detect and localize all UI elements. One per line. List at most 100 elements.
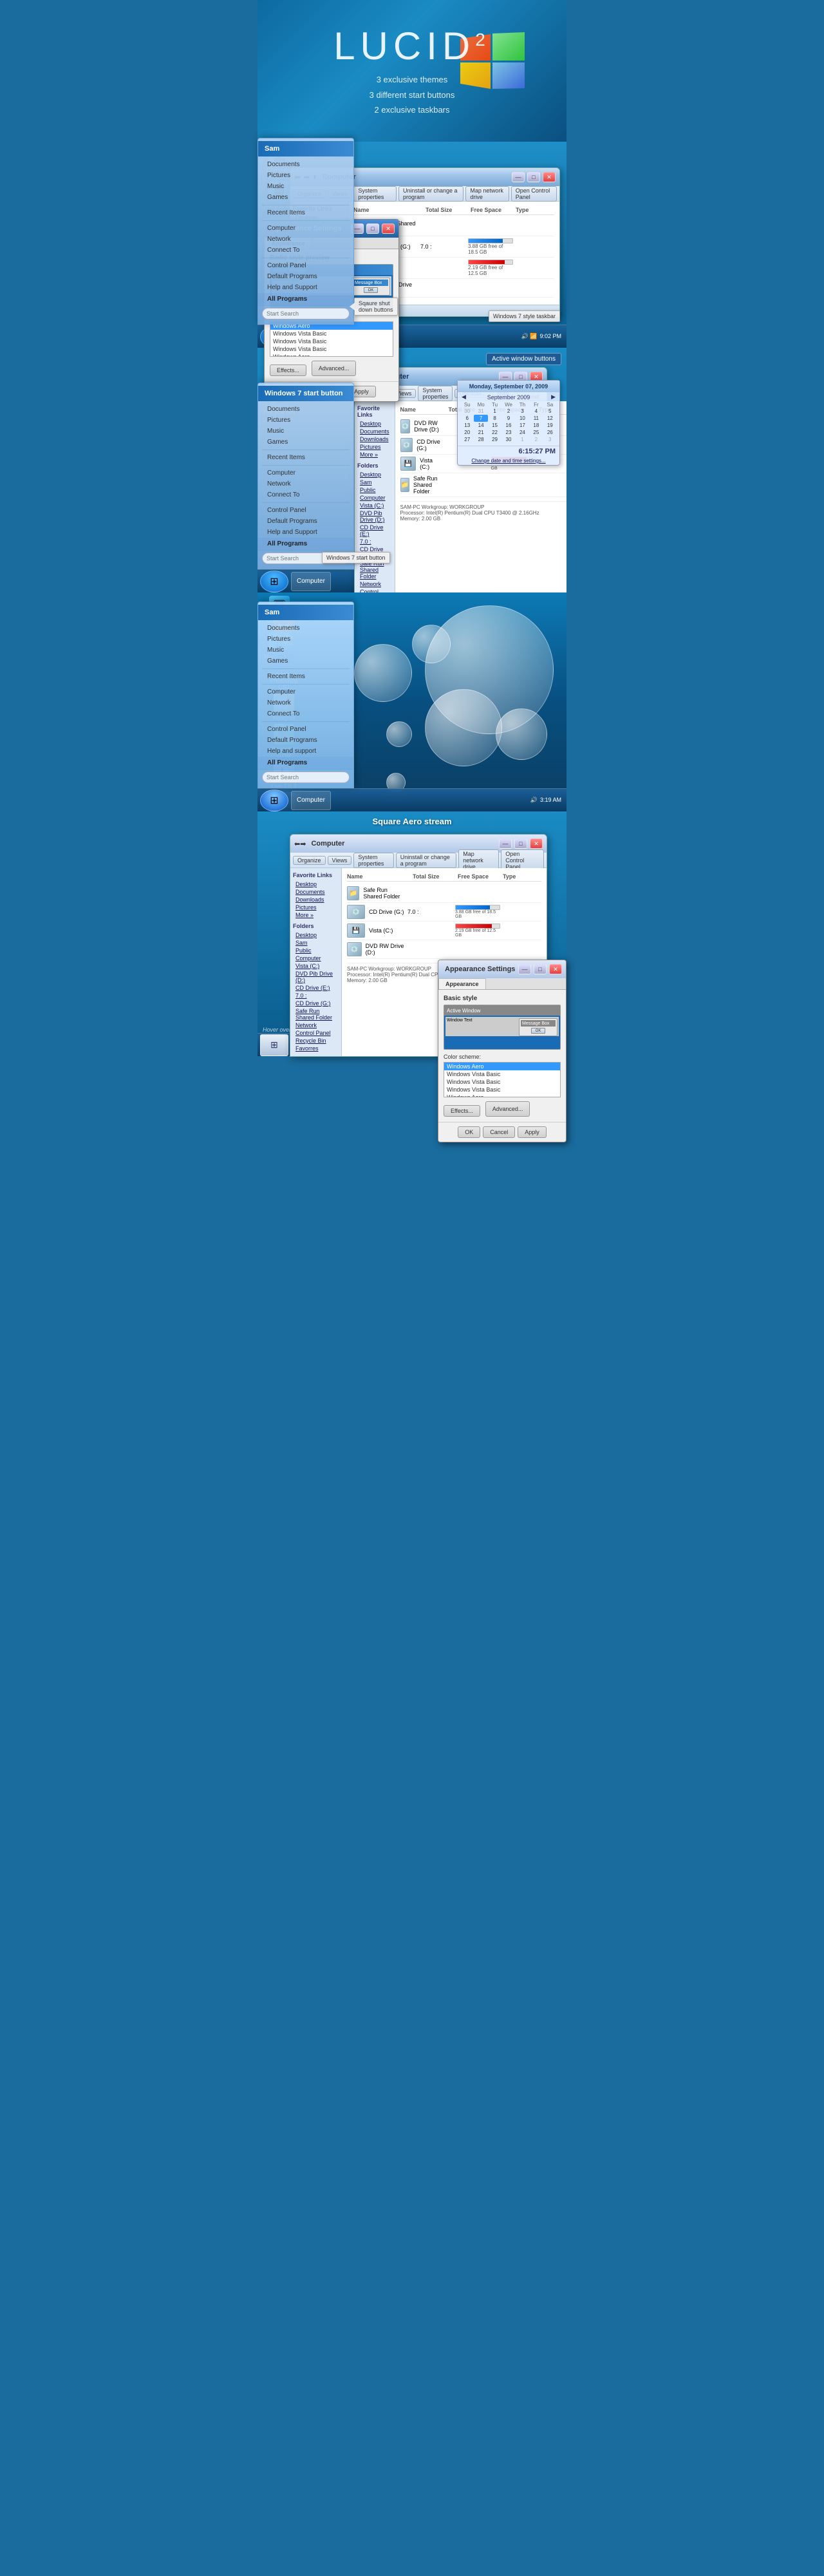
sb2-sam[interactable]: Sam <box>357 478 392 486</box>
close-btn-4[interactable]: ✕ <box>530 838 543 849</box>
system-properties-btn[interactable]: System properties <box>353 186 397 202</box>
start-button-3[interactable]: ⊞ <box>260 790 288 811</box>
sb2-public[interactable]: Public <box>357 486 392 494</box>
calendar-day[interactable]: 3 <box>516 408 529 415</box>
sm2-control[interactable]: Control Panel <box>258 505 353 516</box>
effects-button-4[interactable]: Effects... <box>444 1105 480 1117</box>
start-menu-item-pictures[interactable]: Pictures <box>258 170 353 181</box>
start-menu-item-help[interactable]: Help and Support <box>258 282 353 293</box>
calendar-day[interactable]: 30 <box>501 436 515 443</box>
sb4-favorres[interactable]: Favorres <box>293 1045 339 1052</box>
start-menu-item-default[interactable]: Default Programs <box>258 271 353 282</box>
ok-button-4[interactable]: OK <box>458 1126 480 1138</box>
sb2-cdg[interactable]: CD Drive (G:) <box>357 545 392 560</box>
sb2-computer[interactable]: Computer <box>357 494 392 502</box>
calendar-day[interactable]: 13 <box>460 422 474 429</box>
sb2-desktop-f[interactable]: Desktop <box>357 471 392 478</box>
sm2-default[interactable]: Default Programs <box>258 516 353 527</box>
preview-ok-btn-4[interactable]: OK <box>531 1028 545 1034</box>
sm3-recent[interactable]: Recent Items <box>258 671 353 682</box>
calendar-day[interactable]: 10 <box>516 415 529 422</box>
maximize-btn-4[interactable]: □ <box>514 838 527 849</box>
sm2-connect[interactable]: Connect To <box>258 489 353 500</box>
start-menu-item-music[interactable]: Music <box>258 181 353 192</box>
sb2-network[interactable]: Network <box>357 580 392 588</box>
sb4-shared[interactable]: Safe Run Shared Folder <box>293 1007 339 1021</box>
calendar-day[interactable]: 1 <box>488 408 501 415</box>
scheme4-5[interactable]: Windows Aero <box>444 1094 560 1097</box>
calendar-settings-link[interactable]: Change date and time settings... <box>458 457 559 465</box>
calendar-day[interactable]: 4 <box>529 408 543 415</box>
sm3-help[interactable]: Help and support <box>258 746 353 757</box>
sm2-search-input[interactable] <box>262 553 350 564</box>
apply-button-4[interactable]: Apply <box>518 1126 547 1138</box>
sb4-more[interactable]: More » <box>293 911 339 919</box>
sm2-pictures[interactable]: Pictures <box>258 415 353 426</box>
control-panel-btn[interactable]: Open Control Panel <box>511 186 557 202</box>
calendar-day[interactable]: 22 <box>488 429 501 436</box>
sm3-connect[interactable]: Connect To <box>258 708 353 719</box>
start-button-4[interactable]: ⊞ <box>260 1034 288 1056</box>
sm2-computer[interactable]: Computer <box>258 468 353 478</box>
sm3-default[interactable]: Default Programs <box>258 735 353 746</box>
organize-btn-4[interactable]: Organize <box>293 856 326 865</box>
sb4-public[interactable]: Public <box>293 947 339 954</box>
sb4-recycle[interactable]: Recycle Bin <box>293 1037 339 1045</box>
sb4-documents[interactable]: Documents <box>293 888 339 896</box>
color-scheme-list[interactable]: Windows Aero Windows Vista Basic Windows… <box>270 321 393 357</box>
calendar-day[interactable]: 11 <box>529 415 543 422</box>
start-menu-item-documents[interactable]: Documents <box>258 159 353 170</box>
sb4-downloads[interactable]: Downloads <box>293 896 339 904</box>
sm2-documents[interactable]: Documents <box>258 404 353 415</box>
sb2-downloads[interactable]: Downloads <box>357 435 392 443</box>
sm3-pictures[interactable]: Pictures <box>258 634 353 645</box>
map-drive-btn[interactable]: Map network drive <box>465 186 509 202</box>
sb4-desktop[interactable]: Desktop <box>293 880 339 888</box>
calendar-day[interactable]: 7 <box>474 415 487 422</box>
sm3-search-input[interactable] <box>262 772 350 783</box>
prev-month-btn[interactable]: ◀ <box>462 393 466 401</box>
appearance-close-4[interactable]: ✕ <box>549 964 562 974</box>
calendar-day[interactable]: 1 <box>516 436 529 443</box>
sb2-pictures[interactable]: Pictures <box>357 443 392 451</box>
sb2-controlpanel[interactable]: Control Panel <box>357 588 392 592</box>
appearance-minimize-4[interactable]: — <box>518 964 531 974</box>
calendar-day[interactable]: 2 <box>529 436 543 443</box>
appearance-close[interactable]: ✕ <box>382 223 395 234</box>
sb4-ctrl[interactable]: Control Panel <box>293 1029 339 1037</box>
sm3-music[interactable]: Music <box>258 645 353 656</box>
all-programs-btn[interactable]: All Programs <box>258 293 353 305</box>
start-menu-item-control[interactable]: Control Panel <box>258 260 353 271</box>
sm2-recent[interactable]: Recent Items <box>258 452 353 463</box>
tab-appearance-4[interactable]: Appearance <box>438 978 486 989</box>
sys-props-btn-4[interactable]: System properties <box>353 853 393 868</box>
sb4-sam[interactable]: Sam <box>293 939 339 947</box>
calendar-day[interactable]: 8 <box>488 415 501 422</box>
start-menu-item-computer[interactable]: Computer <box>258 223 353 234</box>
advanced-button-4[interactable]: Advanced... <box>485 1101 530 1117</box>
calendar-day[interactable]: 27 <box>460 436 474 443</box>
sm2-games[interactable]: Games <box>258 437 353 448</box>
calendar-day[interactable]: 12 <box>543 415 557 422</box>
sb4-computer[interactable]: Computer <box>293 954 339 962</box>
sb4-7[interactable]: 7.0 : <box>293 992 339 999</box>
minimize-button[interactable]: — <box>512 172 525 182</box>
next-month-btn[interactable]: ▶ <box>551 393 556 401</box>
sb2-7[interactable]: 7.0 : <box>357 538 392 545</box>
preview-ok-btn[interactable]: OK <box>364 287 378 293</box>
calendar-day[interactable]: 6 <box>460 415 474 422</box>
scheme4-3[interactable]: Windows Vista Basic <box>444 1078 560 1086</box>
calendar-day[interactable]: 29 <box>488 436 501 443</box>
start-menu-item-recent[interactable]: Recent Items <box>258 207 353 218</box>
scheme-windows-aero-2[interactable]: Windows Aero <box>270 353 393 357</box>
scheme-vista-basic-2[interactable]: Windows Vista Basic <box>270 337 393 345</box>
calendar-day[interactable]: 14 <box>474 422 487 429</box>
sm3-network[interactable]: Network <box>258 697 353 708</box>
sb2-documents[interactable]: Documents <box>357 428 392 435</box>
sb4-pictures[interactable]: Pictures <box>293 904 339 911</box>
appearance-maximize[interactable]: □ <box>366 223 379 234</box>
sm3-control[interactable]: Control Panel <box>258 724 353 735</box>
start-menu-item-connect[interactable]: Connect To <box>258 245 353 256</box>
calendar-day[interactable]: 25 <box>529 429 543 436</box>
views-btn-4[interactable]: Views <box>328 856 352 865</box>
